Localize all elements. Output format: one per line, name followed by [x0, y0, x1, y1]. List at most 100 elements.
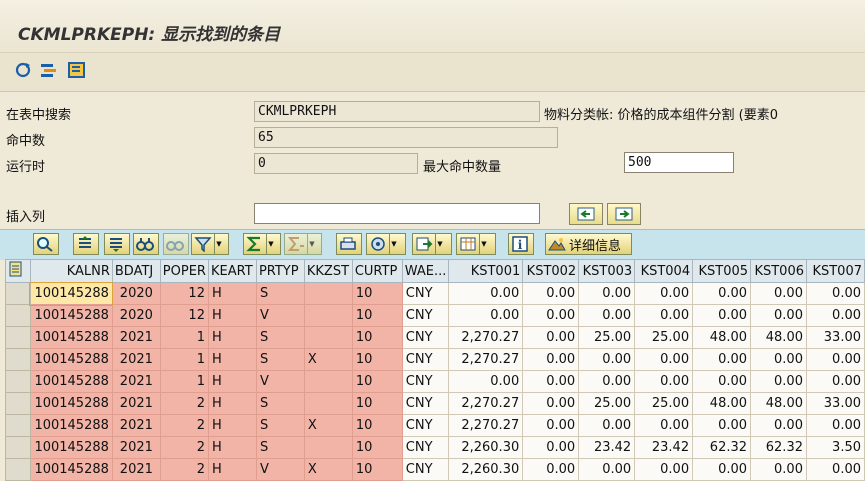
- table-cell[interactable]: 0.00: [692, 282, 752, 305]
- table-cell[interactable]: 0.00: [750, 304, 807, 327]
- table-cell[interactable]: 0.00: [522, 326, 580, 349]
- table-cell[interactable]: H: [207, 392, 257, 415]
- table-cell[interactable]: 0.00: [805, 348, 865, 371]
- table-cell[interactable]: X: [303, 414, 353, 437]
- row-selector[interactable]: [5, 326, 31, 349]
- table-cell[interactable]: 0.00: [448, 282, 524, 305]
- display-object-icon[interactable]: [67, 61, 87, 79]
- table-cell[interactable]: 25.00: [578, 326, 636, 349]
- table-cell[interactable]: X: [303, 348, 353, 371]
- table-cell[interactable]: 33.00: [805, 326, 865, 349]
- sort-ascending-button[interactable]: [73, 233, 99, 255]
- table-cell[interactable]: 0.00: [634, 458, 694, 481]
- table-cell[interactable]: 2: [159, 392, 209, 415]
- table-cell[interactable]: 2021: [111, 348, 161, 371]
- column-header[interactable]: POPER: [159, 259, 209, 283]
- table-cell[interactable]: [303, 436, 353, 459]
- table-cell[interactable]: 2: [159, 458, 209, 481]
- table-cell[interactable]: 2021: [111, 436, 161, 459]
- table-cell[interactable]: 0.00: [522, 392, 580, 415]
- find-next-button[interactable]: [163, 233, 189, 255]
- row-selector[interactable]: [5, 370, 31, 393]
- table-cell[interactable]: S: [255, 414, 305, 437]
- table-cell[interactable]: 2020: [111, 282, 161, 305]
- table-cell[interactable]: 10: [351, 304, 403, 327]
- table-cell[interactable]: 48.00: [692, 392, 752, 415]
- table-cell[interactable]: 0.00: [634, 282, 694, 305]
- table-row[interactable]: 100145288 2021 1 H S 10 CNY 2,270.27 0.00 25.00 25…: [5, 326, 865, 349]
- table-cell[interactable]: [303, 370, 353, 393]
- table-cell[interactable]: 0.00: [522, 282, 580, 305]
- table-cell[interactable]: 23.42: [578, 436, 636, 459]
- table-cell[interactable]: S: [255, 326, 305, 349]
- table-cell[interactable]: 0.00: [692, 304, 752, 327]
- column-header[interactable]: PRTYP: [255, 259, 305, 283]
- table-cell[interactable]: 0.00: [634, 304, 694, 327]
- table-cell[interactable]: 0.00: [805, 414, 865, 437]
- table-row[interactable]: 100145288 2021 2 H S 10 CNY 2,260.30 0.00 23.42 23…: [5, 436, 865, 459]
- table-cell[interactable]: 10: [351, 436, 403, 459]
- column-header[interactable]: KKZST: [303, 259, 353, 283]
- table-cell[interactable]: H: [207, 326, 257, 349]
- table-cell[interactable]: 100145288: [29, 436, 113, 459]
- table-cell[interactable]: 100145288: [29, 370, 113, 393]
- row-selector[interactable]: [5, 348, 31, 371]
- table-cell[interactable]: 0.00: [578, 304, 636, 327]
- table-cell[interactable]: 10: [351, 458, 403, 481]
- table-cell[interactable]: 100145288: [29, 392, 113, 415]
- row-selector[interactable]: [5, 304, 31, 327]
- table-cell[interactable]: 0.00: [522, 348, 580, 371]
- export-button[interactable]: ▼: [412, 233, 452, 255]
- table-cell[interactable]: [303, 282, 353, 305]
- row-selector[interactable]: [5, 392, 31, 415]
- row-selector[interactable]: [5, 436, 31, 459]
- table-cell[interactable]: 0.00: [805, 370, 865, 393]
- table-cell[interactable]: 0.00: [578, 458, 636, 481]
- table-cell[interactable]: 2,260.30: [448, 458, 524, 481]
- table-cell[interactable]: 25.00: [578, 392, 636, 415]
- table-cell[interactable]: 33.00: [805, 392, 865, 415]
- layout-button[interactable]: ▼: [456, 233, 496, 255]
- table-row[interactable]: 100145288 2021 1 H S X 10 CNY 2,270.27 0.00 0.00 0.…: [5, 348, 865, 371]
- table-cell[interactable]: 1: [159, 348, 209, 371]
- column-header[interactable]: KST005: [692, 259, 752, 283]
- insert-column-input[interactable]: [254, 203, 540, 224]
- table-cell[interactable]: 2021: [111, 326, 161, 349]
- table-cell[interactable]: 2021: [111, 392, 161, 415]
- table-cell[interactable]: CNY: [401, 304, 450, 327]
- table-cell[interactable]: 100145288: [29, 348, 113, 371]
- table-cell[interactable]: 2: [159, 414, 209, 437]
- table-cell[interactable]: 0.00: [750, 370, 807, 393]
- row-selector[interactable]: [5, 414, 31, 437]
- table-cell[interactable]: CNY: [401, 348, 450, 371]
- table-cell[interactable]: 0.00: [692, 348, 752, 371]
- view-button[interactable]: ▼: [366, 233, 406, 255]
- column-header[interactable]: BDATJ: [111, 259, 161, 283]
- table-cell[interactable]: 0.00: [805, 304, 865, 327]
- table-cell[interactable]: H: [207, 414, 257, 437]
- table-cell[interactable]: 2021: [111, 414, 161, 437]
- table-cell[interactable]: S: [255, 348, 305, 371]
- column-header[interactable]: KST006: [750, 259, 807, 283]
- table-cell[interactable]: 3.50: [805, 436, 865, 459]
- table-cell[interactable]: 100145288: [29, 304, 113, 327]
- table-cell[interactable]: 0.00: [522, 304, 580, 327]
- table-cell[interactable]: CNY: [401, 458, 450, 481]
- details-magnifier-button[interactable]: [33, 233, 59, 255]
- table-row[interactable]: 100145288 2021 2 H S X 10 CNY 2,270.27 0.00 0.00 0.…: [5, 414, 865, 437]
- table-cell[interactable]: 0.00: [805, 282, 865, 305]
- table-cell[interactable]: 0.00: [578, 348, 636, 371]
- insert-column-button[interactable]: [569, 203, 603, 225]
- table-cell[interactable]: 2,270.27: [448, 326, 524, 349]
- selection-icon[interactable]: [40, 61, 60, 79]
- table-cell[interactable]: 25.00: [634, 326, 694, 349]
- table-cell[interactable]: 10: [351, 370, 403, 393]
- table-cell[interactable]: 0.00: [634, 348, 694, 371]
- table-cell[interactable]: [303, 326, 353, 349]
- table-cell[interactable]: 10: [351, 326, 403, 349]
- table-row[interactable]: 100145288 2021 2 H S 10 CNY 2,270.27 0.00 25.00 25…: [5, 392, 865, 415]
- table-cell[interactable]: 2,270.27: [448, 392, 524, 415]
- table-cell[interactable]: CNY: [401, 370, 450, 393]
- table-cell[interactable]: 0.00: [522, 458, 580, 481]
- table-cell[interactable]: 0.00: [750, 458, 807, 481]
